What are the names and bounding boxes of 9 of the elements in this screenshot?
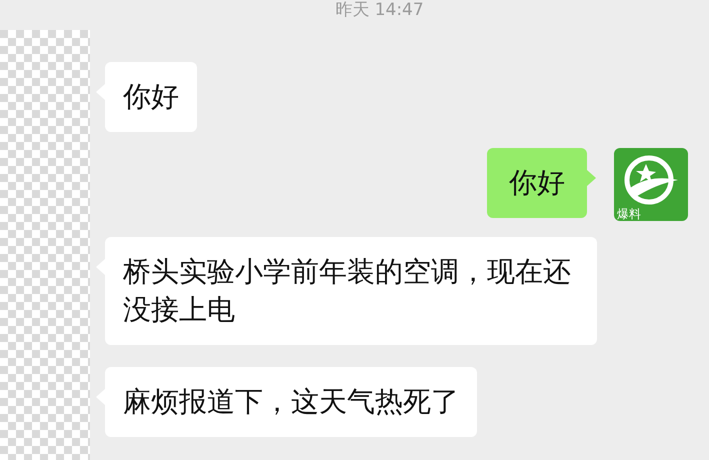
bubble-tail <box>587 170 596 186</box>
message-bubble: 麻烦报道下，这天气热死了 <box>105 367 477 437</box>
message-bubble: 你好 <box>487 148 587 218</box>
avatar[interactable]: 爆料 <box>614 148 688 221</box>
message-bubble: 你好 <box>105 62 197 132</box>
avatar-label: 爆料 <box>617 208 641 220</box>
logo-icon <box>622 154 680 206</box>
timestamp: 昨天 14:47 <box>335 2 424 18</box>
message-bubble: 桥头实验小学前年装的空调，现在还没接上电 <box>105 237 597 345</box>
